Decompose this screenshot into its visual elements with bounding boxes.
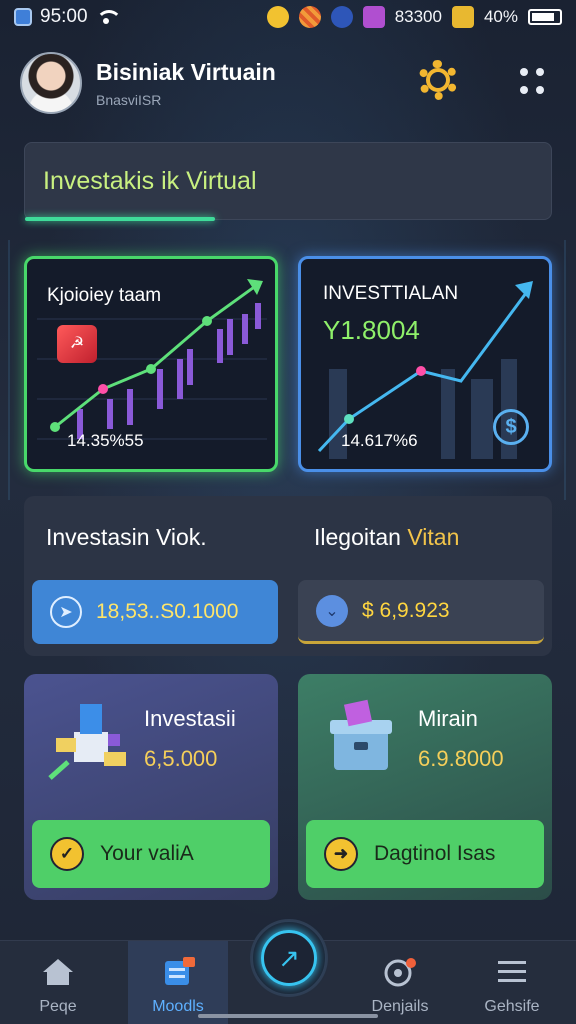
notification-icon xyxy=(266,6,289,28)
clock-icon: ➤ xyxy=(50,596,82,628)
feature-card-right-amount: 6.9.8000 xyxy=(418,746,504,771)
dagtinol-button[interactable]: ➜ Dagtinol Isas xyxy=(306,820,544,888)
investment-banner[interactable]: Investakis ik Virtual xyxy=(24,142,552,221)
nav-label-settings: Gehsife xyxy=(484,998,540,1015)
avatar[interactable] xyxy=(20,52,82,114)
bottom-navigation: Peqe Moodls ↗ Denjails Gehsife xyxy=(0,919,576,1024)
feature-card-left-title: Investasii xyxy=(144,706,236,731)
flag-icon: ☭ xyxy=(57,325,97,363)
banner-progress-bar xyxy=(25,217,215,221)
chart-card-right-title: INVESTTIALAN xyxy=(323,283,459,304)
list-icon xyxy=(165,957,195,985)
chart-action-icon: ↗ xyxy=(261,930,317,986)
status-time: 95:00 xyxy=(40,6,88,27)
chart-card-right-footer: 14.617%6 xyxy=(341,431,418,450)
home-indicator[interactable] xyxy=(198,1014,378,1018)
summary-right-label: Ilegoitan Vitan xyxy=(314,524,459,551)
nav-item-settings[interactable]: Gehsife xyxy=(462,941,562,1024)
summary-right-label-highlight: Vitan xyxy=(407,524,460,550)
feature-card-left-amount: 6,5.000 xyxy=(144,746,218,771)
bluetooth-icon xyxy=(330,6,353,28)
feature-card-right-title: Mirain xyxy=(418,706,478,731)
summary-right-value-button[interactable]: ⌄ $ 6,9.923 xyxy=(298,580,544,644)
summary-right-value: $ 6,9.923 xyxy=(362,598,450,622)
dagtinol-button-label: Dagtinol Isas xyxy=(374,842,496,865)
app-subtitle: BnasviISR xyxy=(96,91,162,108)
banner-text: Investakis ik Virtual xyxy=(43,167,257,195)
app-icon xyxy=(298,6,321,28)
home-icon xyxy=(43,959,73,985)
arrow-icon: ➜ xyxy=(324,837,358,871)
summary-left-value: 18,53..S0.1000 xyxy=(96,600,239,623)
check-icon: ✓ xyxy=(50,837,84,871)
battery-icon xyxy=(528,9,562,25)
chart-card-left-footer: 14.35%55 xyxy=(67,431,144,450)
target-icon xyxy=(384,958,416,987)
nav-item-modules[interactable]: Moodls xyxy=(128,941,228,1024)
nav-item-home[interactable]: Peqe xyxy=(8,941,108,1024)
chart-card-left-title: Kjoioiey taam xyxy=(47,285,162,306)
app-title: Bisiniak Virtuain xyxy=(96,58,276,85)
header-titles: Bisiniak Virtuain BnasviISR xyxy=(96,59,276,108)
feature-card-mirain[interactable]: Mirain 6.9.8000 ➜ Dagtinol Isas xyxy=(298,674,552,900)
summary-right-label-main: Ilegoitan xyxy=(314,524,408,550)
menu-icon xyxy=(498,961,526,982)
your-value-button-label: Your valiA xyxy=(100,842,194,865)
summary-left-label: Investasin Viok. xyxy=(46,524,207,550)
chart-card-right-value: Y1.8004 xyxy=(323,315,420,345)
investment-summary-panel: Investasin Viok. Ilegoitan Vitan ➤ 18,53… xyxy=(24,496,552,656)
blocks-illustration-icon xyxy=(48,704,126,780)
chevron-down-icon: ⌄ xyxy=(316,594,348,627)
battery-percent: 40% xyxy=(483,7,518,26)
app-header: Bisiniak Virtuain BnasviISR xyxy=(20,48,556,118)
gear-icon[interactable] xyxy=(418,60,458,100)
chart-card-left[interactable]: Kjoioiey taam ☭ 14.35%55 xyxy=(24,256,278,472)
nav-label-home: Peqe xyxy=(39,998,77,1015)
feature-card-investasii[interactable]: Investasii 6,5.000 ✓ Your valiA xyxy=(24,674,278,900)
your-value-button[interactable]: ✓ Your valiA xyxy=(32,820,270,888)
more-options-icon[interactable] xyxy=(520,66,544,96)
message-icon xyxy=(362,6,385,28)
dollar-icon: $ xyxy=(493,409,529,445)
nav-center-action-button[interactable]: ↗ xyxy=(250,919,328,997)
wifi-icon xyxy=(95,10,122,24)
app-notification-icon xyxy=(14,8,32,26)
nav-item-details[interactable]: Denjails xyxy=(350,941,450,1024)
summary-left-value-button[interactable]: ➤ 18,53..S0.1000 xyxy=(32,580,278,644)
chart-card-right[interactable]: INVESTTIALAN Y1.8004 14.617%6 $ xyxy=(298,256,552,472)
status-extra: 83300 xyxy=(394,7,442,26)
storage-icon xyxy=(451,6,474,28)
status-bar: 95:00 83300 40% xyxy=(0,0,576,34)
box-illustration-icon xyxy=(330,699,392,770)
